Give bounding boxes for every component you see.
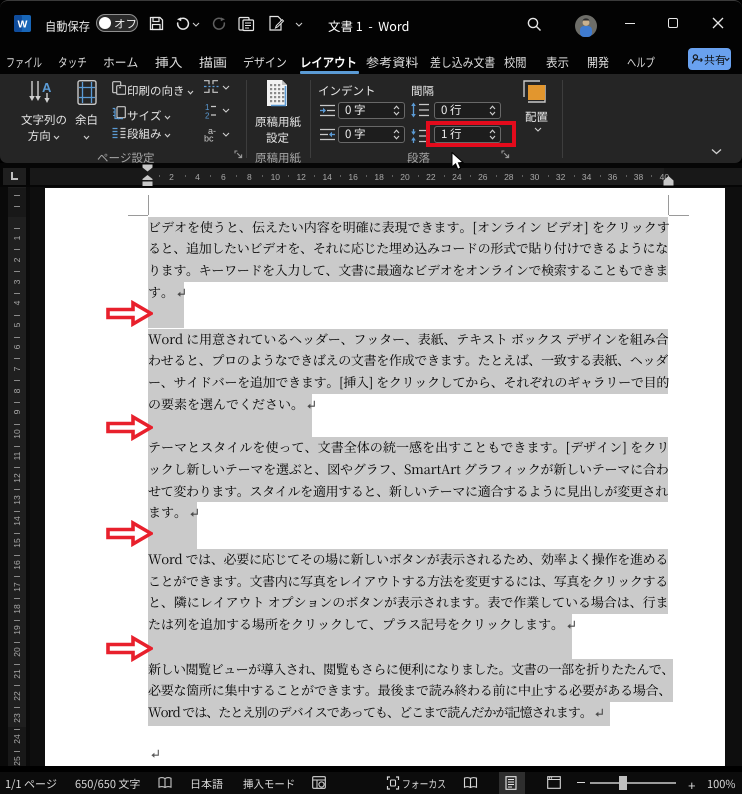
svg-text:W: W bbox=[18, 19, 28, 31]
svg-text:A: A bbox=[42, 81, 52, 95]
svg-text:bc: bc bbox=[204, 134, 214, 143]
svg-text:2: 2 bbox=[205, 112, 210, 120]
